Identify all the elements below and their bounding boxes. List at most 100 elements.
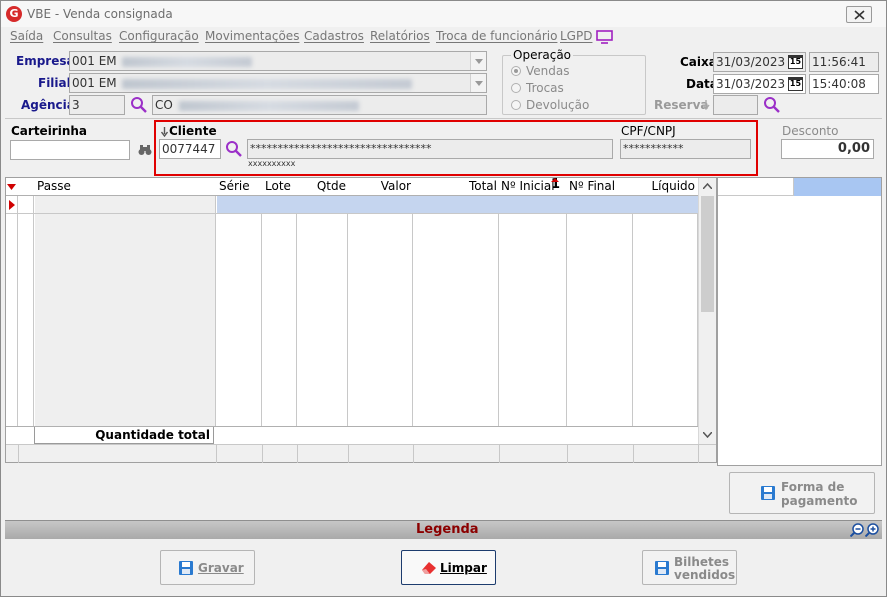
- monitor-icon[interactable]: [596, 30, 614, 44]
- menu-troca-funcionario[interactable]: Troca de funcionário: [436, 29, 557, 43]
- radio-devolucao-label: Devolução: [526, 98, 590, 112]
- binoculars-icon[interactable]: [138, 144, 152, 156]
- forma-pagamento-line2: pagamento: [781, 494, 858, 508]
- bilhetes-line2: vendidos: [674, 568, 736, 582]
- menu-relatorios[interactable]: Relatórios: [370, 29, 430, 43]
- gravar-button[interactable]: Gravar: [160, 550, 255, 585]
- radio-trocas[interactable]: Trocas: [511, 81, 564, 95]
- cliente-code-field[interactable]: 0077447: [159, 139, 221, 159]
- grid-col-sep: [18, 178, 34, 462]
- menu-lgpd[interactable]: LGPD: [560, 29, 592, 43]
- data-time-field[interactable]: 15:40:08: [809, 74, 879, 94]
- forma-pagamento-line1: Forma de: [781, 480, 845, 494]
- window-title: VBE - Venda consignada: [27, 7, 173, 21]
- empresa-dropdown[interactable]: [470, 52, 486, 70]
- cliente-name-field: *********************************: [247, 139, 613, 159]
- filial-dropdown[interactable]: [470, 74, 486, 92]
- grid-col-total: [413, 178, 499, 462]
- grid-col-ninicial: [499, 178, 567, 462]
- arrow-down-icon: [702, 100, 710, 110]
- row-selected-cells[interactable]: [217, 196, 698, 213]
- zoom-in-icon[interactable]: [865, 523, 879, 537]
- agencia-label: Agência: [21, 98, 75, 112]
- agencia-search-icon[interactable]: [130, 96, 148, 114]
- header-lote[interactable]: Lote: [265, 179, 291, 193]
- row-pointer-icon: [9, 200, 15, 210]
- payment-panel: [717, 177, 882, 466]
- grid-col-nfinal: [567, 178, 633, 462]
- limpar-button[interactable]: Limpar: [401, 550, 496, 585]
- scroll-thumb[interactable]: [701, 196, 714, 312]
- menu-cadastros[interactable]: Cadastros: [304, 29, 364, 43]
- payment-header-cell: [718, 178, 794, 196]
- cliente-search-icon[interactable]: [225, 140, 243, 158]
- radio-devolucao[interactable]: Devolução: [511, 98, 589, 112]
- caixa-time-field[interactable]: 11:56:41: [809, 52, 879, 72]
- agencia-redacted: [178, 100, 359, 111]
- menu-movimentacoes[interactable]: Movimentações: [205, 29, 299, 43]
- grid-vertical-scrollbar[interactable]: [698, 178, 716, 444]
- grid-col-serie: [216, 178, 262, 462]
- grid-header: Passe Série Lote Qtde Valor Total Nº Ini…: [6, 177, 698, 196]
- bilhetes-line1: Bilhetes: [674, 555, 730, 569]
- quantidade-total-label: Quantidade total: [95, 428, 210, 442]
- carteirinha-label: Carteirinha: [11, 124, 88, 138]
- zoom-out-icon[interactable]: [850, 523, 864, 537]
- menu-configuracao[interactable]: Configuração: [119, 29, 199, 43]
- scroll-up-icon[interactable]: [703, 183, 712, 189]
- sort-up-icon: [551, 178, 559, 182]
- radio-dot: [511, 83, 521, 93]
- radio-vendas[interactable]: Vendas: [511, 64, 570, 78]
- floppy-disk-icon: [179, 561, 193, 575]
- header-total[interactable]: Total: [469, 179, 497, 193]
- empresa-label: Empresa: [16, 54, 75, 68]
- radio-trocas-label: Trocas: [526, 81, 564, 95]
- empresa-value: 001 EM: [72, 54, 117, 68]
- items-grid: Passe Série Lote Qtde Valor Total Nº Ini…: [5, 177, 717, 463]
- header-serie[interactable]: Série: [219, 179, 250, 193]
- title-bar: G VBE - Venda consignada: [1, 1, 886, 27]
- carteirinha-field[interactable]: [10, 140, 130, 160]
- agencia-code-field[interactable]: 3: [69, 95, 125, 115]
- agencia-name-value: CO: [155, 98, 173, 112]
- header-passe[interactable]: Passe: [37, 179, 71, 193]
- scroll-down-icon[interactable]: [703, 432, 712, 438]
- sort-down-icon[interactable]: [7, 184, 16, 190]
- header-qtde[interactable]: Qtde: [317, 179, 346, 193]
- grid-col-qtde: [297, 178, 348, 462]
- agencia-name-field: CO: [152, 95, 487, 115]
- bilhetes-vendidos-button[interactable]: Bilhetes vendidos: [642, 550, 737, 585]
- arrow-down-icon: [161, 127, 168, 137]
- reserva-label: Reserva: [654, 98, 709, 112]
- cpf-label: CPF/CNPJ: [621, 124, 676, 138]
- header-nfinal[interactable]: Nº Final: [569, 179, 615, 193]
- reserva-field[interactable]: [713, 95, 758, 115]
- radio-dot: [511, 66, 521, 76]
- menu-consultas[interactable]: Consultas: [53, 29, 112, 43]
- table-row[interactable]: [6, 196, 698, 214]
- header-liquido[interactable]: Líquido: [651, 179, 695, 193]
- grid-col-liquido: [633, 178, 698, 462]
- header-ninicial[interactable]: Nº Inicial: [501, 179, 555, 193]
- legenda-bar[interactable]: Legenda: [5, 520, 882, 539]
- filial-combo[interactable]: 001 EM: [69, 73, 487, 93]
- empresa-combo[interactable]: 001 EM: [69, 51, 487, 71]
- grid-col-lote: [262, 178, 297, 462]
- menu-saida[interactable]: Saída: [10, 29, 43, 43]
- reserva-search-icon[interactable]: [763, 96, 781, 114]
- cliente-sub-text: xxxxxxxxxx: [248, 159, 296, 168]
- desconto-field[interactable]: 0,00: [781, 139, 874, 159]
- radio-dot: [511, 100, 521, 110]
- forma-pagamento-button[interactable]: Forma de pagamento: [729, 472, 875, 514]
- caixa-calendar-icon[interactable]: 15: [788, 55, 803, 69]
- row-passe-cell[interactable]: [35, 196, 215, 213]
- grid-footer-row: Quantidade total: [6, 426, 698, 444]
- floppy-disk-icon: [761, 486, 775, 500]
- floppy-disk-icon: [655, 561, 669, 575]
- header-valor[interactable]: Valor: [381, 179, 411, 193]
- main-window: G VBE - Venda consignada Saída Consultas…: [0, 0, 887, 597]
- quantidade-total-cell: Quantidade total: [34, 427, 214, 444]
- filial-redacted: [122, 78, 413, 89]
- close-button[interactable]: [846, 6, 872, 23]
- data-calendar-icon[interactable]: 15: [788, 77, 803, 91]
